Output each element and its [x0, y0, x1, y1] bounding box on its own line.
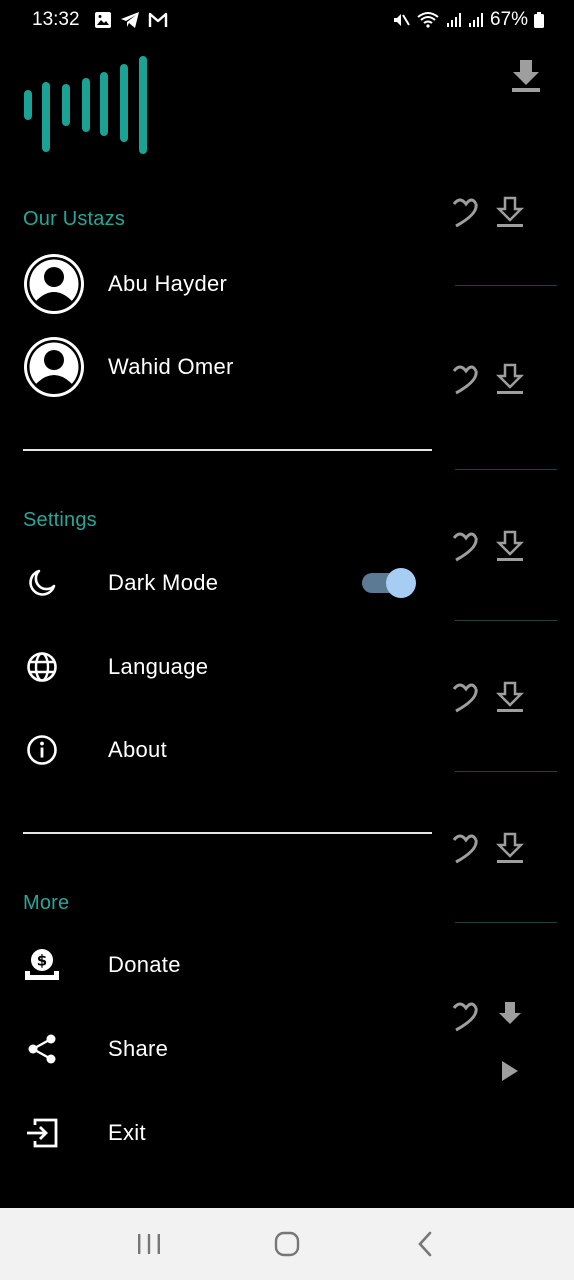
more-label: Share: [108, 1036, 169, 1061]
download-icon[interactable]: [495, 681, 525, 720]
heart-icon[interactable]: [452, 363, 478, 402]
section-title-more: More: [23, 892, 70, 914]
status-bar: 13:32 67%: [0, 0, 574, 40]
ustaz-name: Wahid Omer: [108, 354, 234, 379]
section-title-settings: Settings: [23, 509, 97, 531]
globe-icon: [24, 649, 60, 685]
download-icon[interactable]: [495, 363, 525, 402]
status-time: 13:32: [32, 9, 80, 30]
heart-icon[interactable]: [452, 530, 478, 569]
list-divider: [455, 469, 557, 470]
settings-label: Language: [108, 654, 209, 679]
heart-icon[interactable]: [452, 681, 478, 720]
download-icon[interactable]: [496, 1000, 524, 1035]
moon-icon: [24, 565, 60, 601]
download-all-icon[interactable]: [510, 58, 542, 99]
donate-icon: $: [24, 947, 60, 983]
recent-apps-button[interactable]: [119, 1214, 179, 1274]
status-right: 67%: [392, 9, 544, 31]
svg-text:$: $: [37, 952, 47, 970]
avatar: [24, 337, 84, 397]
info-icon: [24, 732, 60, 768]
play-icon[interactable]: [500, 1060, 520, 1087]
settings-item-language[interactable]: Language: [0, 627, 452, 707]
settings-item-about[interactable]: About: [0, 710, 452, 790]
drawer-divider: [23, 832, 432, 834]
mute-icon: [392, 11, 410, 29]
battery-icon: [534, 12, 544, 28]
ustaz-item-abu-hayder[interactable]: Abu Hayder: [0, 244, 452, 324]
more-item-exit[interactable]: Exit: [0, 1093, 452, 1173]
signal-icon-1: [446, 12, 462, 28]
avatar: [24, 254, 84, 314]
settings-item-dark-mode[interactable]: Dark Mode: [0, 543, 452, 623]
battery-text: 67%: [489, 9, 528, 30]
back-button[interactable]: [395, 1214, 455, 1274]
download-icon[interactable]: [495, 196, 525, 235]
more-label: Donate: [108, 952, 181, 977]
more-label: Exit: [108, 1120, 146, 1145]
exit-icon: [24, 1115, 60, 1151]
dark-mode-toggle[interactable]: [362, 568, 416, 598]
section-title-ustazs: Our Ustazs: [23, 208, 126, 230]
gmail-icon: [148, 12, 168, 28]
wifi-icon: [416, 11, 440, 29]
home-button[interactable]: [257, 1214, 317, 1274]
list-divider: [455, 285, 557, 286]
telegram-icon: [120, 11, 140, 29]
share-icon: [24, 1031, 60, 1067]
list-divider: [455, 922, 557, 923]
gallery-icon: [94, 11, 112, 29]
download-icon[interactable]: [495, 530, 525, 569]
heart-icon[interactable]: [452, 1000, 478, 1039]
signal-icon-2: [468, 12, 484, 28]
system-navigation-bar: [0, 1208, 574, 1280]
app-logo: [22, 56, 152, 161]
heart-icon[interactable]: [452, 196, 478, 235]
download-icon[interactable]: [495, 832, 525, 871]
more-item-share[interactable]: Share: [0, 1009, 452, 1089]
drawer-divider: [23, 449, 432, 451]
navigation-drawer: Our Ustazs Abu Hayder Wahid Omer Setting…: [0, 40, 452, 1208]
list-divider: [455, 620, 557, 621]
settings-label: Dark Mode: [108, 570, 219, 595]
ustaz-item-wahid-omer[interactable]: Wahid Omer: [0, 327, 452, 407]
heart-icon[interactable]: [452, 832, 478, 871]
toggle-thumb: [386, 568, 416, 598]
ustaz-name: Abu Hayder: [108, 271, 228, 296]
settings-label: About: [108, 737, 167, 762]
status-left: 13:32: [32, 9, 168, 31]
list-divider: [455, 771, 557, 772]
more-item-donate[interactable]: $ Donate: [0, 925, 452, 1005]
